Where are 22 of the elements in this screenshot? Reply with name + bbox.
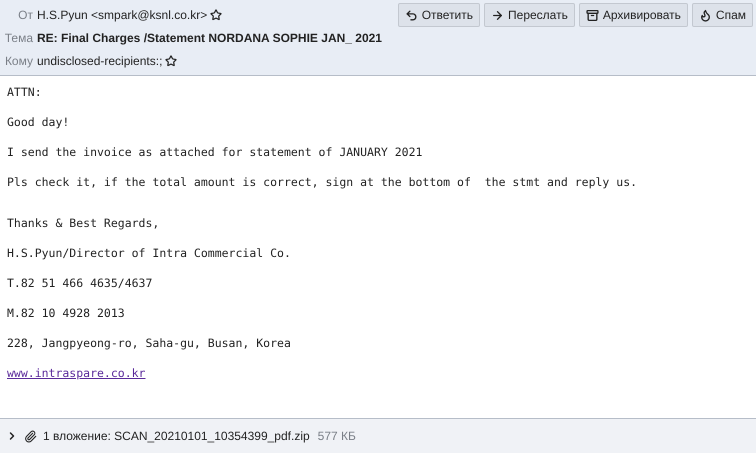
field-label: Тема	[4, 30, 34, 47]
field-label: От	[17, 7, 34, 24]
field-value: RE: Final Charges /Statement NORDANA SOPHIE JAN_ 2021	[37, 30, 382, 47]
attachment-size: 577 КБ	[318, 428, 356, 445]
body-line: ATTN:	[7, 84, 43, 101]
attachment-summary[interactable]: 1 вложение: SCAN_20210101_10354399_pdf.zip	[43, 427, 310, 445]
field-value: H.S.Pyun <smpark@ksnl.co.kr>	[37, 7, 208, 24]
reply-button[interactable]: Ответить	[398, 3, 480, 27]
forward-button[interactable]: Переслать	[484, 3, 575, 27]
body-line: H.S.Pyun/Director of Intra Commercial Co.	[7, 245, 292, 262]
body-line: Thanks & Best Regards,	[7, 215, 160, 232]
body-line: I send the invoice as attached for statement of JANUARY 2021	[7, 144, 424, 161]
spam-button[interactable]: Спам	[692, 3, 753, 27]
body-line: Good day!	[7, 114, 70, 131]
body-line: T.82 51 466 4635/4637	[7, 275, 154, 292]
field-value: undisclosed-recipients:;	[37, 53, 162, 70]
body-line: Pls check it, if the total amount is correct, sign at the bottom of the stmt and reply us.	[7, 174, 638, 191]
website-link[interactable]: www.intraspare.co.kr	[7, 366, 146, 380]
body-line: 228, Jangpyeong-ro, Saha-gu, Busan, Korea	[7, 335, 292, 352]
archive-button[interactable]: Архивировать	[578, 3, 688, 27]
body-line: M.82 10 4928 2013	[7, 305, 126, 322]
field-label: Кому	[4, 53, 34, 70]
